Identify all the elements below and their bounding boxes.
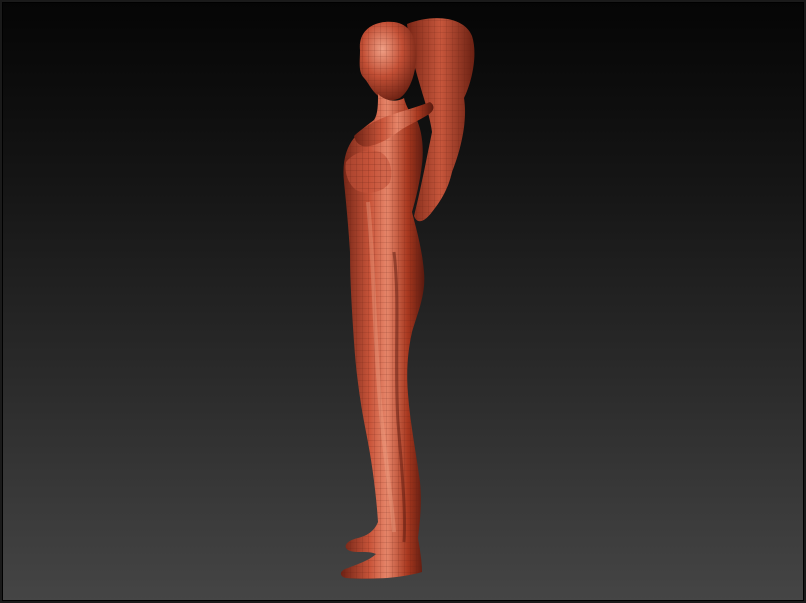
model-head <box>359 21 417 101</box>
model-chest-detail <box>345 150 392 193</box>
sculpt-model[interactable] <box>2 2 806 603</box>
3d-viewport[interactable] <box>0 0 806 603</box>
